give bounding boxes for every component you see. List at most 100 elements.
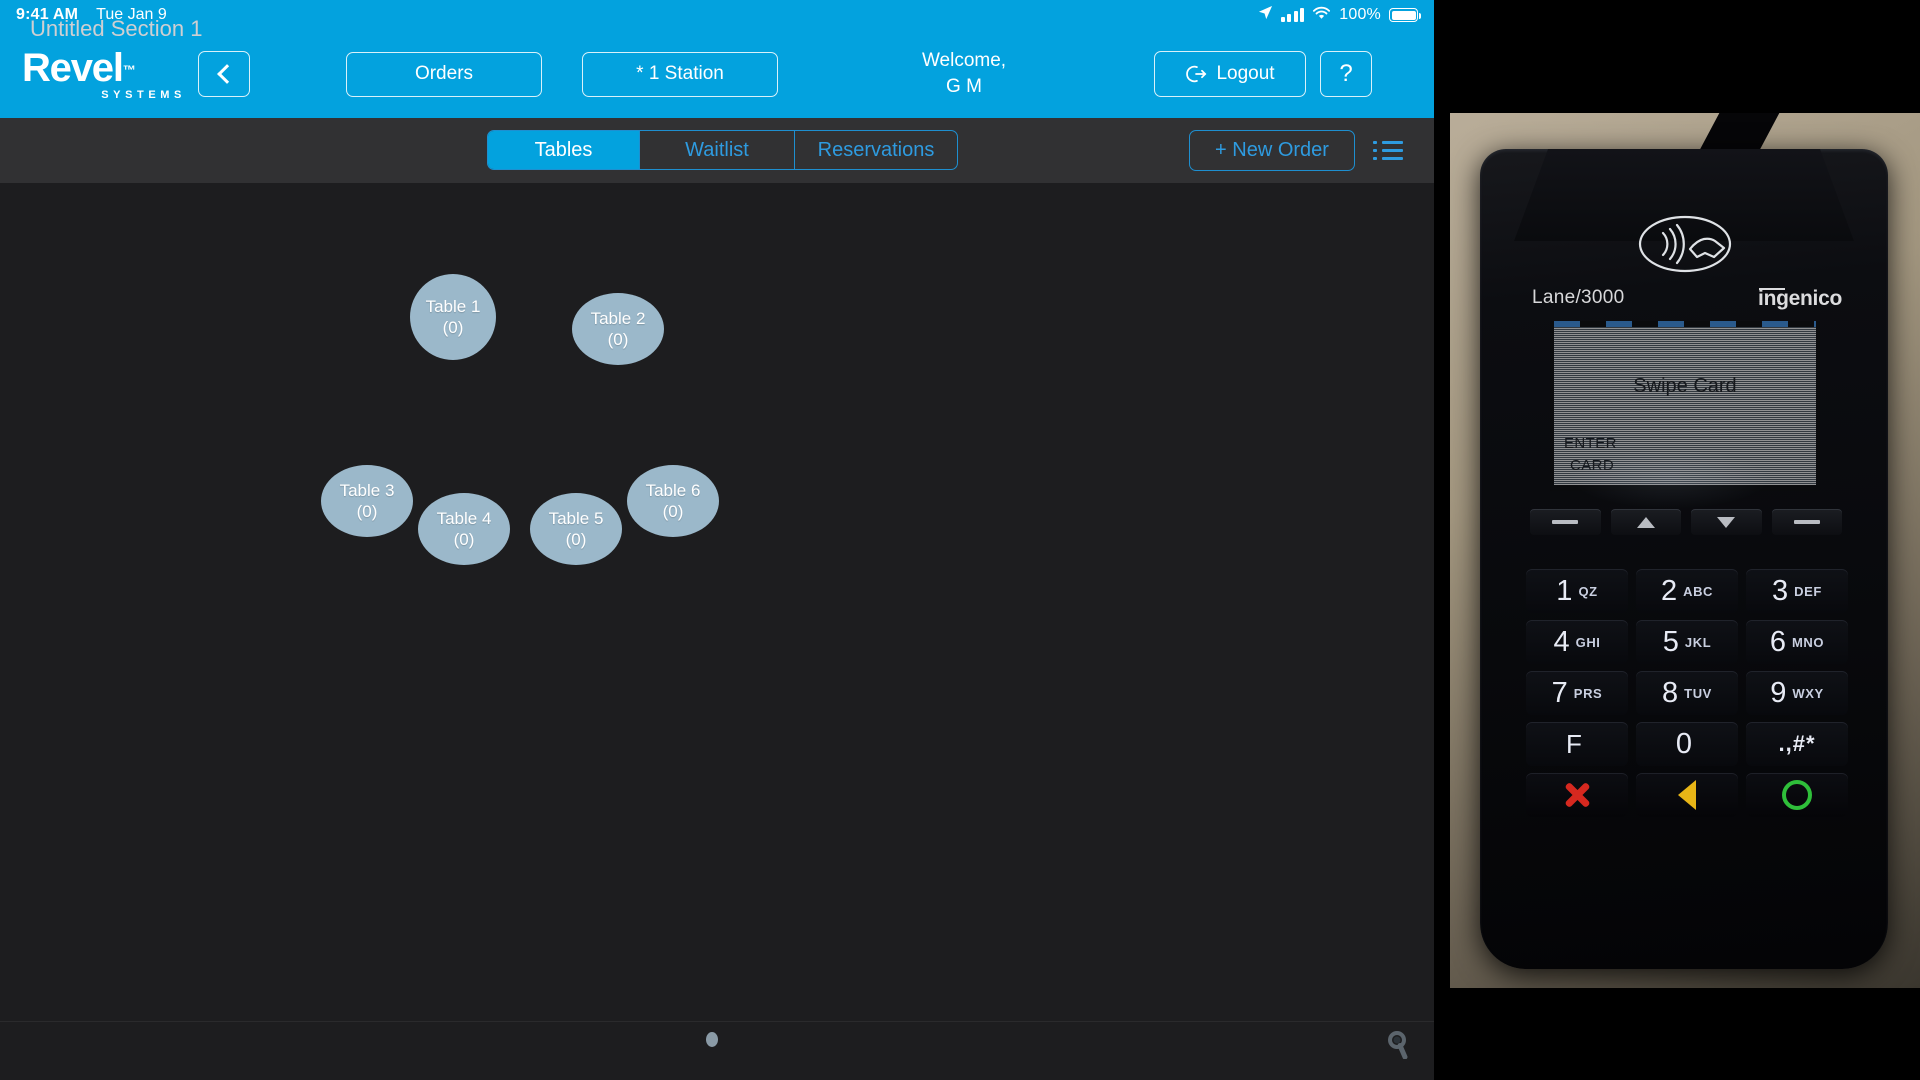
magnifier-icon[interactable]: [1387, 1031, 1413, 1060]
screenshot-root: 9:41 AM Tue Jan 9 100% Revel™ SYSTEMS Or…: [0, 0, 1920, 1080]
payment-terminal-photo-pane: Lane/3000 ingenico Swipe Card ENTER CARD: [1450, 0, 1920, 1080]
logout-icon: [1185, 63, 1207, 85]
key-symbols[interactable]: .,#*: [1746, 722, 1848, 766]
softkey-up[interactable]: [1610, 509, 1681, 535]
key-letters: MNO: [1792, 634, 1825, 650]
table-shape[interactable]: Table 6 (0): [627, 465, 719, 537]
logo-subtitle: SYSTEMS: [101, 88, 186, 101]
key-number: 7: [1551, 676, 1568, 709]
ingenico-terminal-device: Lane/3000 ingenico Swipe Card ENTER CARD: [1480, 149, 1888, 969]
view-segmented-control: Tables Waitlist Reservations: [487, 130, 958, 170]
key-0[interactable]: 0: [1636, 722, 1738, 766]
dash-icon: [1793, 520, 1820, 524]
key-6[interactable]: 6 MNO: [1746, 620, 1848, 664]
table-seat-count: (0): [442, 318, 464, 337]
key-5[interactable]: 5 JKL: [1636, 620, 1738, 664]
key-1[interactable]: 1 QZ: [1526, 569, 1628, 613]
list-icon[interactable]: [1373, 140, 1403, 162]
logout-button[interactable]: Logout: [1154, 51, 1306, 97]
softkey-right[interactable]: [1771, 509, 1842, 535]
pos-app-window: 9:41 AM Tue Jan 9 100% Revel™ SYSTEMS Or…: [0, 0, 1434, 1080]
key-number: 3: [1772, 574, 1789, 607]
tab-waitlist[interactable]: Waitlist: [640, 131, 795, 169]
table-label: Table 1: [425, 296, 481, 316]
yellow-back-arrow-icon: [1678, 780, 1696, 810]
table-shape[interactable]: Table 3 (0): [321, 465, 413, 537]
help-button[interactable]: ?: [1320, 51, 1372, 97]
tab-tables[interactable]: Tables: [488, 131, 640, 169]
dash-icon: [1552, 520, 1579, 524]
table-seat-count: (0): [607, 330, 629, 349]
terminal-keypad: 1 QZ 2 ABC 3 DEF 4 GHI 5 JKL 6 MNO 7 PRS 8 TUV 9…: [1526, 569, 1848, 824]
key-8[interactable]: 8 TUV: [1636, 671, 1738, 715]
wifi-icon: [1312, 6, 1331, 25]
key-letters: ABC: [1683, 583, 1714, 599]
view-toolbar: Tables Waitlist Reservations + New Order: [0, 118, 1434, 183]
battery-icon: [1389, 8, 1421, 22]
up-arrow-icon: [1636, 516, 1655, 528]
down-arrow-icon: [1717, 516, 1736, 528]
softkey-down[interactable]: [1691, 509, 1762, 535]
table-seat-count: (0): [453, 530, 475, 549]
device-highlight: [1570, 449, 1770, 509]
keypad-action-row: [1526, 773, 1848, 817]
screen-prompt-message: Swipe Card: [1633, 375, 1737, 397]
welcome-label: Welcome, G M: [874, 48, 1054, 99]
section-name-label[interactable]: Untitled Section 1: [30, 16, 202, 42]
welcome-greeting: Welcome,: [921, 50, 1007, 72]
key-7[interactable]: 7 PRS: [1526, 671, 1628, 715]
correct-key[interactable]: [1636, 773, 1738, 817]
table-shape[interactable]: Table 4 (0): [418, 493, 510, 565]
table-label: Table 2: [590, 308, 646, 328]
key-letters: TUV: [1684, 685, 1712, 701]
key-symbol-label: .,#*: [1778, 731, 1816, 756]
welcome-username: G M: [946, 76, 982, 97]
logo-trademark: ™: [122, 62, 136, 78]
keypad-row: 4 GHI 5 JKL 6 MNO: [1526, 620, 1848, 664]
key-9[interactable]: 9 WXY: [1746, 671, 1848, 715]
payment-terminal-photo: Lane/3000 ingenico Swipe Card ENTER CARD: [1450, 113, 1920, 988]
chevron-left-icon: [216, 64, 237, 84]
softkey-left[interactable]: [1530, 509, 1601, 535]
keypad-row: 7 PRS 8 TUV 9 WXY: [1526, 671, 1848, 715]
location-arrow-icon: [1258, 5, 1273, 25]
app-header: Revel™ SYSTEMS Orders * 1 Station Welcom…: [0, 30, 1434, 118]
logout-label: Logout: [1216, 63, 1275, 84]
key-4[interactable]: 4 GHI: [1526, 620, 1628, 664]
key-function[interactable]: F: [1526, 722, 1628, 766]
orders-button[interactable]: Orders: [346, 51, 542, 97]
contactless-payment-icon: [1632, 213, 1738, 275]
terminal-brand-label: ingenico: [1758, 287, 1842, 310]
cancel-key[interactable]: [1526, 773, 1628, 817]
cellular-signal-icon: [1280, 8, 1305, 22]
tab-reservations[interactable]: Reservations: [795, 131, 957, 169]
page-dot-indicator[interactable]: [706, 1032, 718, 1047]
table-shape[interactable]: Table 2 (0): [572, 293, 664, 365]
floor-bottom-bar: [0, 1021, 1434, 1080]
key-number: 9: [1770, 676, 1787, 709]
key-number: 6: [1769, 625, 1786, 658]
table-seat-count: (0): [565, 530, 587, 549]
logo-wordmark: Revel: [22, 45, 124, 90]
table-seat-count: (0): [356, 502, 378, 521]
table-shape[interactable]: Table 5 (0): [530, 493, 622, 565]
key-number: 0: [1675, 727, 1693, 760]
table-seat-count: (0): [662, 502, 684, 521]
table-label: Table 4: [436, 508, 492, 528]
key-3[interactable]: 3 DEF: [1746, 569, 1848, 613]
station-selector-button[interactable]: * 1 Station: [582, 51, 778, 97]
enter-key[interactable]: [1746, 773, 1848, 817]
status-bar-right: 100%: [1258, 5, 1421, 25]
key-letters: JKL: [1684, 634, 1712, 650]
table-label: Table 6: [645, 480, 701, 500]
floor-plan-canvas[interactable]: Table 1 (0) Table 2 (0) Table 3 (0) Tabl…: [0, 183, 1434, 1021]
keypad-row: 1 QZ 2 ABC 3 DEF: [1526, 569, 1848, 613]
key-letters: WXY: [1792, 685, 1824, 701]
key-2[interactable]: 2 ABC: [1636, 569, 1738, 613]
table-shape[interactable]: Table 1 (0): [410, 274, 496, 360]
back-button[interactable]: [198, 51, 250, 97]
red-x-icon: [1562, 780, 1592, 810]
green-circle-icon: [1782, 780, 1812, 810]
new-order-button[interactable]: + New Order: [1189, 130, 1355, 171]
table-label: Table 3: [339, 480, 395, 500]
